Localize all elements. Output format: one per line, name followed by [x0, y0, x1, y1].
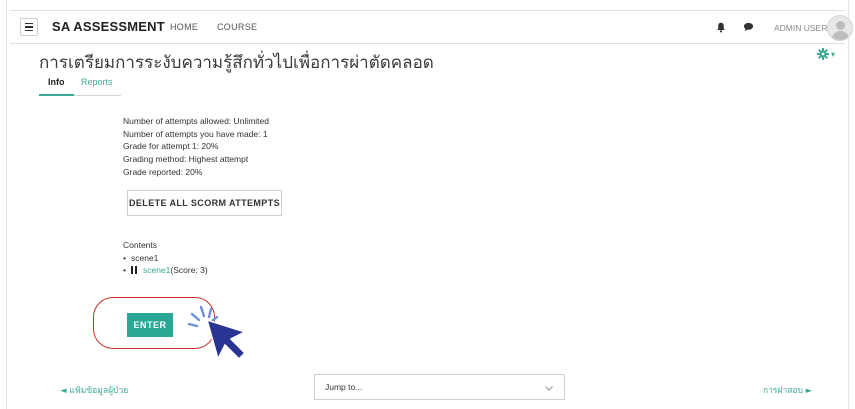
active-tab-indicator: [39, 94, 74, 96]
attempts-made-text: Number of attempts you have made: 1: [123, 128, 268, 139]
pause-icon: [131, 266, 138, 274]
settings-menu[interactable]: ▾: [817, 48, 835, 60]
scene-score: (Score: 3): [170, 265, 208, 275]
tab-info[interactable]: Info: [48, 77, 65, 87]
user-menu-label[interactable]: ADMIN USER: [774, 23, 827, 33]
enter-button[interactable]: ENTER: [127, 313, 173, 337]
attempt-info: Number of attempts allowed: Unlimited Nu…: [123, 115, 269, 179]
avatar[interactable]: [827, 15, 853, 41]
site-brand[interactable]: SA ASSESSMENT: [52, 19, 165, 34]
chevron-down-icon: [545, 386, 553, 391]
list-item: scene1(Score: 3): [123, 264, 208, 277]
tab-bar: Info Reports: [39, 75, 121, 96]
scene-link[interactable]: scene1: [143, 265, 170, 275]
bell-icon[interactable]: [716, 22, 726, 33]
contents-heading: Contents: [123, 240, 158, 250]
page-title: การเตรียมการระงับความรู้สึกทั่วไปเพื่อกา…: [39, 53, 434, 73]
jump-to-select[interactable]: Jump to...: [314, 374, 565, 400]
contents-list: scene1 scene1(Score: 3): [123, 252, 208, 277]
prev-activity-link[interactable]: ◄ แฟ้มข้อมูลผู้ป่วย: [60, 383, 128, 397]
tab-reports[interactable]: Reports: [81, 77, 113, 87]
grade-reported-text: Grade reported: 20%: [123, 166, 203, 177]
nav-course-link[interactable]: COURSE: [217, 22, 257, 32]
delete-attempts-button[interactable]: DELETE ALL SCORM ATTEMPTS: [127, 190, 282, 216]
grade-attempt-text: Grade for attempt 1: 20%: [123, 141, 219, 152]
gear-icon: [817, 48, 829, 60]
cursor-arrow-icon: [206, 319, 246, 360]
jump-to-label: Jump to...: [325, 382, 363, 392]
chat-icon[interactable]: [743, 22, 754, 32]
nav-home-link[interactable]: HOME: [170, 22, 198, 32]
attempts-allowed-text: Number of attempts allowed: Unlimited: [123, 116, 269, 126]
grading-method-text: Grading method: Highest attempt: [123, 154, 249, 165]
list-item: scene1: [123, 252, 208, 265]
hamburger-icon[interactable]: [20, 18, 38, 36]
next-activity-link[interactable]: การฝาสอบ ►: [763, 383, 812, 397]
scene-label: scene1: [131, 252, 159, 263]
contents-section: Contents scene1 scene1(Score: 3): [123, 239, 208, 277]
chevron-down-icon: ▾: [831, 49, 836, 59]
top-navbar: SA ASSESSMENT HOME COURSE ADMIN USER: [10, 10, 853, 44]
